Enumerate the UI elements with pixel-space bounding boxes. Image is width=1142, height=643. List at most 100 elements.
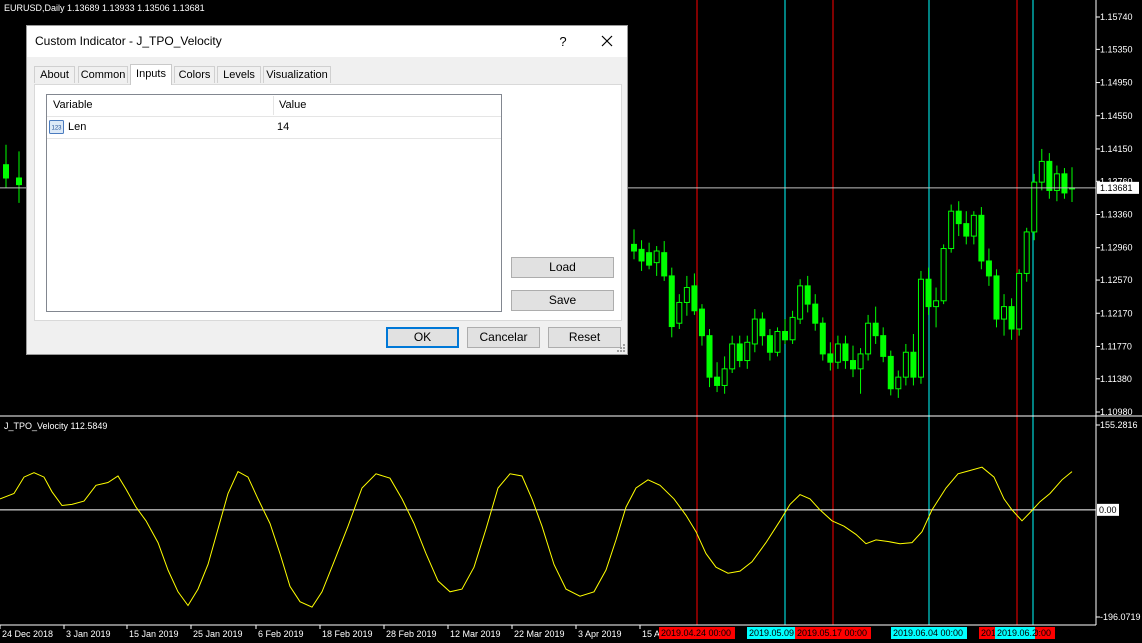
variable-name: Len <box>68 121 87 133</box>
dialog-title-bar[interactable]: Custom Indicator - J_TPO_Velocity ? <box>27 26 627 57</box>
date-markers: 2019.04.24 00:00 2019.05.09 00:002019.05.… <box>659 627 1055 639</box>
price-axis-label: 1.12570 <box>1100 275 1133 285</box>
candle-body <box>910 351 917 378</box>
candle-body <box>691 285 698 312</box>
candle-body <box>1061 173 1068 194</box>
tab-inputs[interactable]: Inputs <box>130 64 172 85</box>
price-axis-labels: 1.157401.153501.149501.145501.141501.137… <box>1096 12 1139 417</box>
current-price-label: 1.13681 <box>1100 183 1133 193</box>
candle-body <box>842 343 849 362</box>
date-axis-label: 15 A <box>642 629 660 639</box>
variable-value[interactable]: 14 <box>277 117 289 138</box>
candle-body <box>978 214 985 262</box>
price-axis-label: 1.15350 <box>1100 44 1133 54</box>
column-header-variable[interactable]: Variable <box>53 95 93 116</box>
resize-grip-icon[interactable] <box>614 341 626 353</box>
integer-parameter-icon-text: 123 <box>51 126 62 132</box>
price-axis-label: 1.12960 <box>1100 243 1133 253</box>
date-axis-label: 22 Mar 2019 <box>514 629 565 639</box>
indicator-line <box>0 466 1073 608</box>
candle-body <box>812 303 819 324</box>
price-axis-label: 1.15740 <box>1100 12 1133 22</box>
candle-body <box>774 331 781 353</box>
candle-body <box>729 343 736 370</box>
candle-body <box>948 210 955 250</box>
close-icon <box>601 35 613 47</box>
ok-button[interactable]: OK <box>386 327 459 348</box>
custom-indicator-dialog[interactable]: Custom Indicator - J_TPO_Velocity ? Abou… <box>26 25 628 355</box>
close-button[interactable] <box>591 26 623 57</box>
column-header-value[interactable]: Value <box>279 95 306 116</box>
date-axis-label: 3 Apr 2019 <box>578 629 622 639</box>
indicator-axis-labels: 155.2816 0.00 -196.0719 <box>1096 420 1141 622</box>
candle-body <box>1023 231 1030 274</box>
candle-body <box>782 331 789 341</box>
price-axis-label: 1.11380 <box>1100 374 1132 384</box>
price-axis-label: 1.13360 <box>1100 210 1133 220</box>
date-axis-label: 6 Feb 2019 <box>258 629 304 639</box>
tab-common[interactable]: Common <box>78 66 128 83</box>
candle-body <box>1038 160 1045 183</box>
help-button[interactable]: ? <box>547 26 579 57</box>
cancel-button[interactable]: Cancelar <box>467 327 540 348</box>
date-axis-label: 24 Dec 2018 <box>2 629 53 639</box>
candle-body <box>759 318 766 337</box>
date-marker-label: 2019.05.17 00:00 <box>797 628 867 638</box>
date-axis-labels: 24 Dec 2018 3 Jan 2019 15 Jan 2019 25 Jan 2… <box>0 625 660 639</box>
candle-body <box>676 301 683 324</box>
candle-body <box>714 376 721 386</box>
date-axis-label: 3 Jan 2019 <box>66 629 111 639</box>
date-marker-label: 2019.06.04 00:00 <box>893 628 963 638</box>
candle-body <box>804 285 811 305</box>
grid-header: Variable Value <box>47 95 501 117</box>
date-axis-label: 12 Mar 2019 <box>450 629 501 639</box>
candle-body <box>895 376 902 390</box>
date-axis-label: 25 Jan 2019 <box>193 629 243 639</box>
candle-body <box>993 275 1000 320</box>
candle-body <box>887 355 894 390</box>
candle-body <box>668 275 675 328</box>
candle-body <box>631 243 637 252</box>
indicator-axis-label: -196.0719 <box>1100 612 1141 622</box>
date-axis-label: 15 Jan 2019 <box>129 629 179 639</box>
candle-body <box>819 322 826 355</box>
candle-body <box>857 353 864 370</box>
candle-body <box>744 341 751 362</box>
candle-body <box>706 335 713 378</box>
candle-body <box>736 343 743 362</box>
candle-body <box>933 300 940 308</box>
tab-about[interactable]: About <box>34 66 75 83</box>
candle-body <box>797 285 804 320</box>
column-separator[interactable] <box>273 96 274 115</box>
inputs-grid[interactable]: Variable Value 123 Len 14 <box>46 94 502 312</box>
candle-body <box>751 318 758 345</box>
tab-visualization[interactable]: Visualization <box>263 66 331 83</box>
candle-body <box>872 322 879 337</box>
candle-body <box>698 308 705 337</box>
save-button[interactable]: Save <box>511 290 614 311</box>
candle-body <box>661 252 668 277</box>
candle-body <box>766 335 773 353</box>
candle-body <box>721 368 728 386</box>
table-row[interactable]: 123 Len 14 <box>47 117 501 139</box>
candle-body <box>1001 306 1008 320</box>
inputs-panel: Variable Value 123 Len 14 Load Save <box>34 84 622 321</box>
price-axis-label: 1.12170 <box>1100 308 1133 318</box>
candle-body <box>646 252 653 266</box>
candle-body <box>827 353 834 363</box>
price-axis-label: 1.14950 <box>1100 78 1133 88</box>
tab-colors[interactable]: Colors <box>174 66 215 83</box>
price-axis-label: 1.14150 <box>1100 144 1133 154</box>
price-axis-label: 1.14550 <box>1100 111 1133 121</box>
vertical-marker-lines <box>696 0 1034 625</box>
candle-body <box>789 316 796 341</box>
tab-levels[interactable]: Levels <box>217 66 261 83</box>
load-button[interactable]: Load <box>511 257 614 278</box>
indicator-axis-label: 0.00 <box>1099 505 1117 515</box>
candle-body <box>638 248 645 262</box>
candle-body <box>985 260 992 277</box>
reset-button[interactable]: Reset <box>548 327 621 348</box>
candle-body <box>3 164 9 179</box>
candle-body <box>902 351 909 378</box>
price-axis-label: 1.10980 <box>1100 407 1133 417</box>
